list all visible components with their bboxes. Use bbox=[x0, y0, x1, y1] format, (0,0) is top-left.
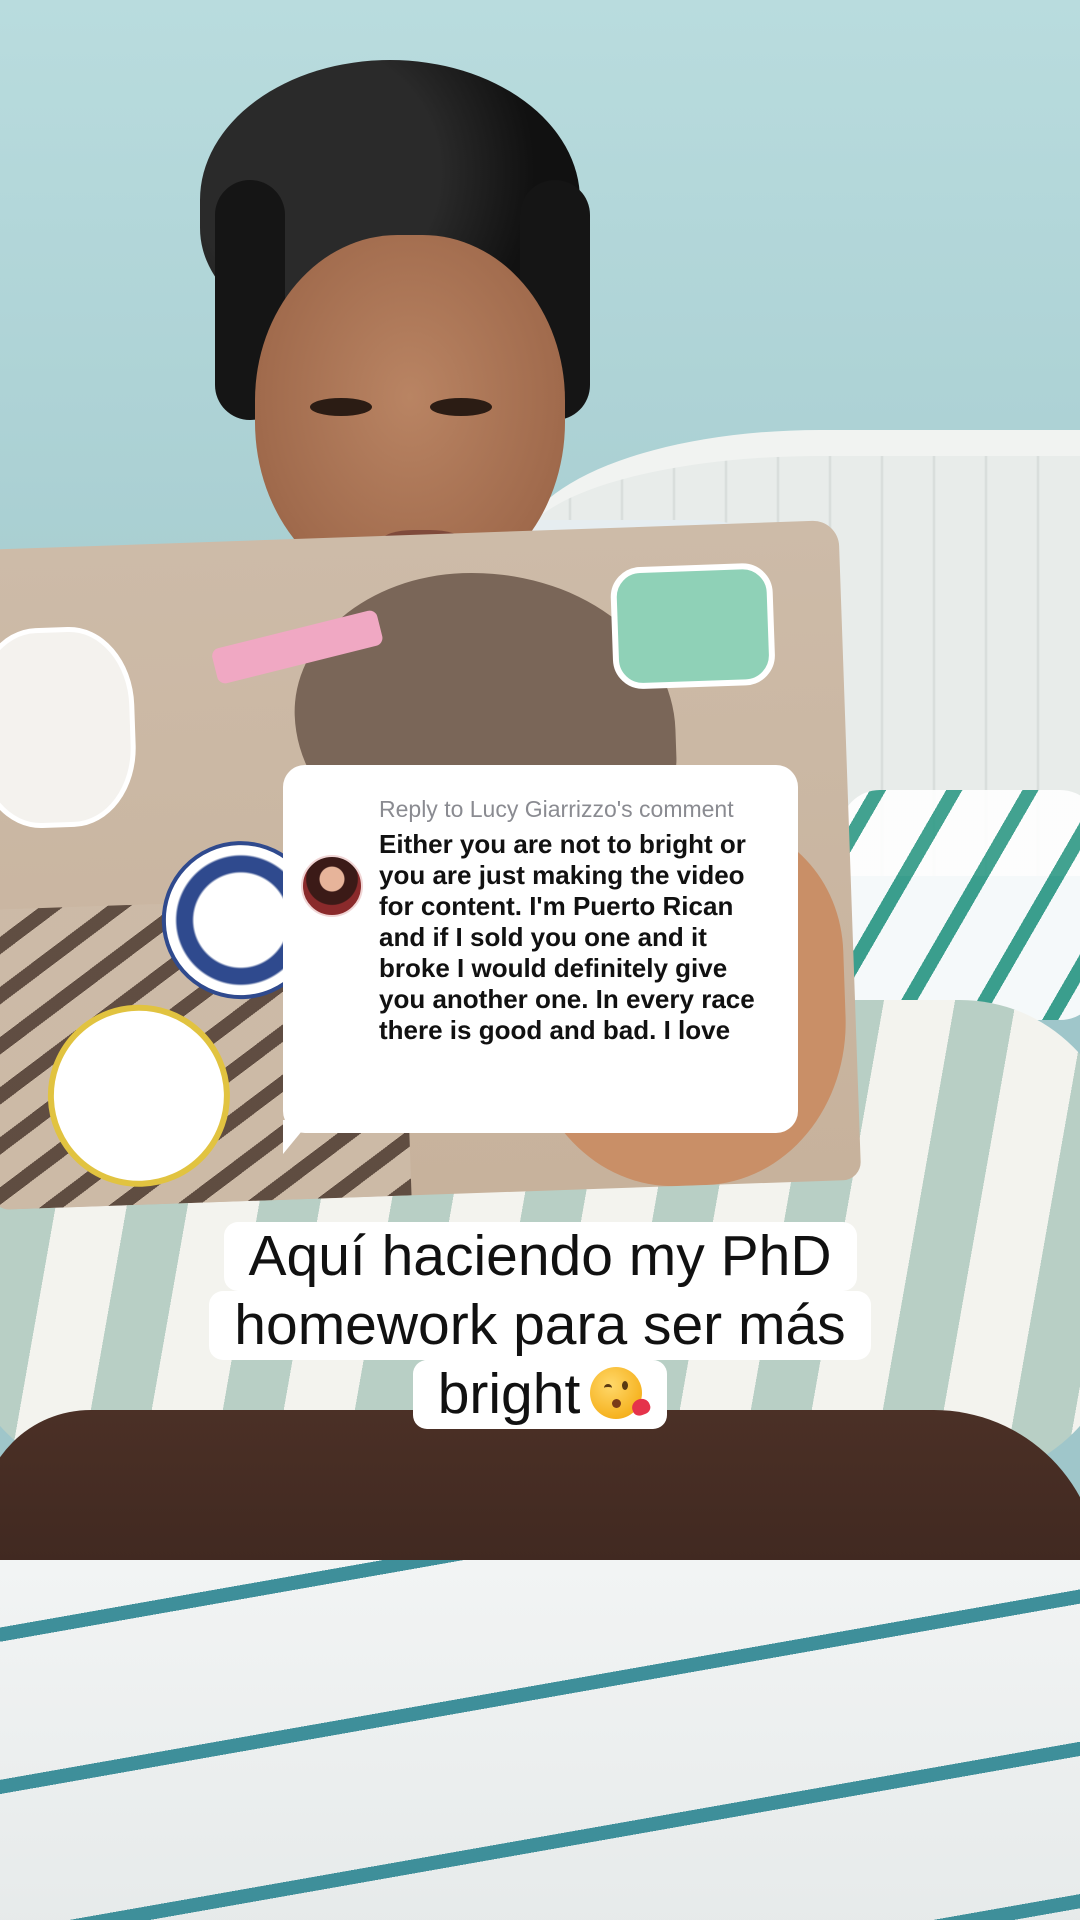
emoji-mouth bbox=[612, 1399, 622, 1408]
caption-line-2: homework para ser más bbox=[209, 1291, 871, 1360]
reply-header: Reply to Lucy Giarrizzo's comment bbox=[379, 796, 734, 822]
person-eye-right bbox=[430, 398, 492, 416]
reply-comment-text: Either you are not to bright or you are … bbox=[379, 829, 755, 1045]
chicks-sticker bbox=[609, 562, 776, 690]
kissing-face-with-heart-icon bbox=[590, 1367, 653, 1419]
caption-line-3-text: bright bbox=[437, 1362, 581, 1426]
reply-card-tail bbox=[283, 1120, 311, 1154]
caption-line-1: Aquí haciendo my PhD bbox=[223, 1222, 857, 1291]
video-caption: Aquí haciendo my PhD homework para ser m… bbox=[0, 1222, 1080, 1429]
video-frame[interactable]: Reply to Lucy Giarrizzo's comment Either… bbox=[0, 0, 1080, 1920]
pochacco-sticker bbox=[0, 624, 139, 831]
reply-comment-card[interactable]: Reply to Lucy Giarrizzo's comment Either… bbox=[283, 765, 798, 1133]
blanket bbox=[0, 1560, 1080, 1920]
emoji-heart bbox=[630, 1396, 653, 1418]
striped-pillow bbox=[840, 790, 1080, 1020]
caption-line-3: bright bbox=[412, 1360, 668, 1429]
commenter-avatar-icon bbox=[301, 855, 363, 917]
person-eye-left bbox=[310, 398, 372, 416]
